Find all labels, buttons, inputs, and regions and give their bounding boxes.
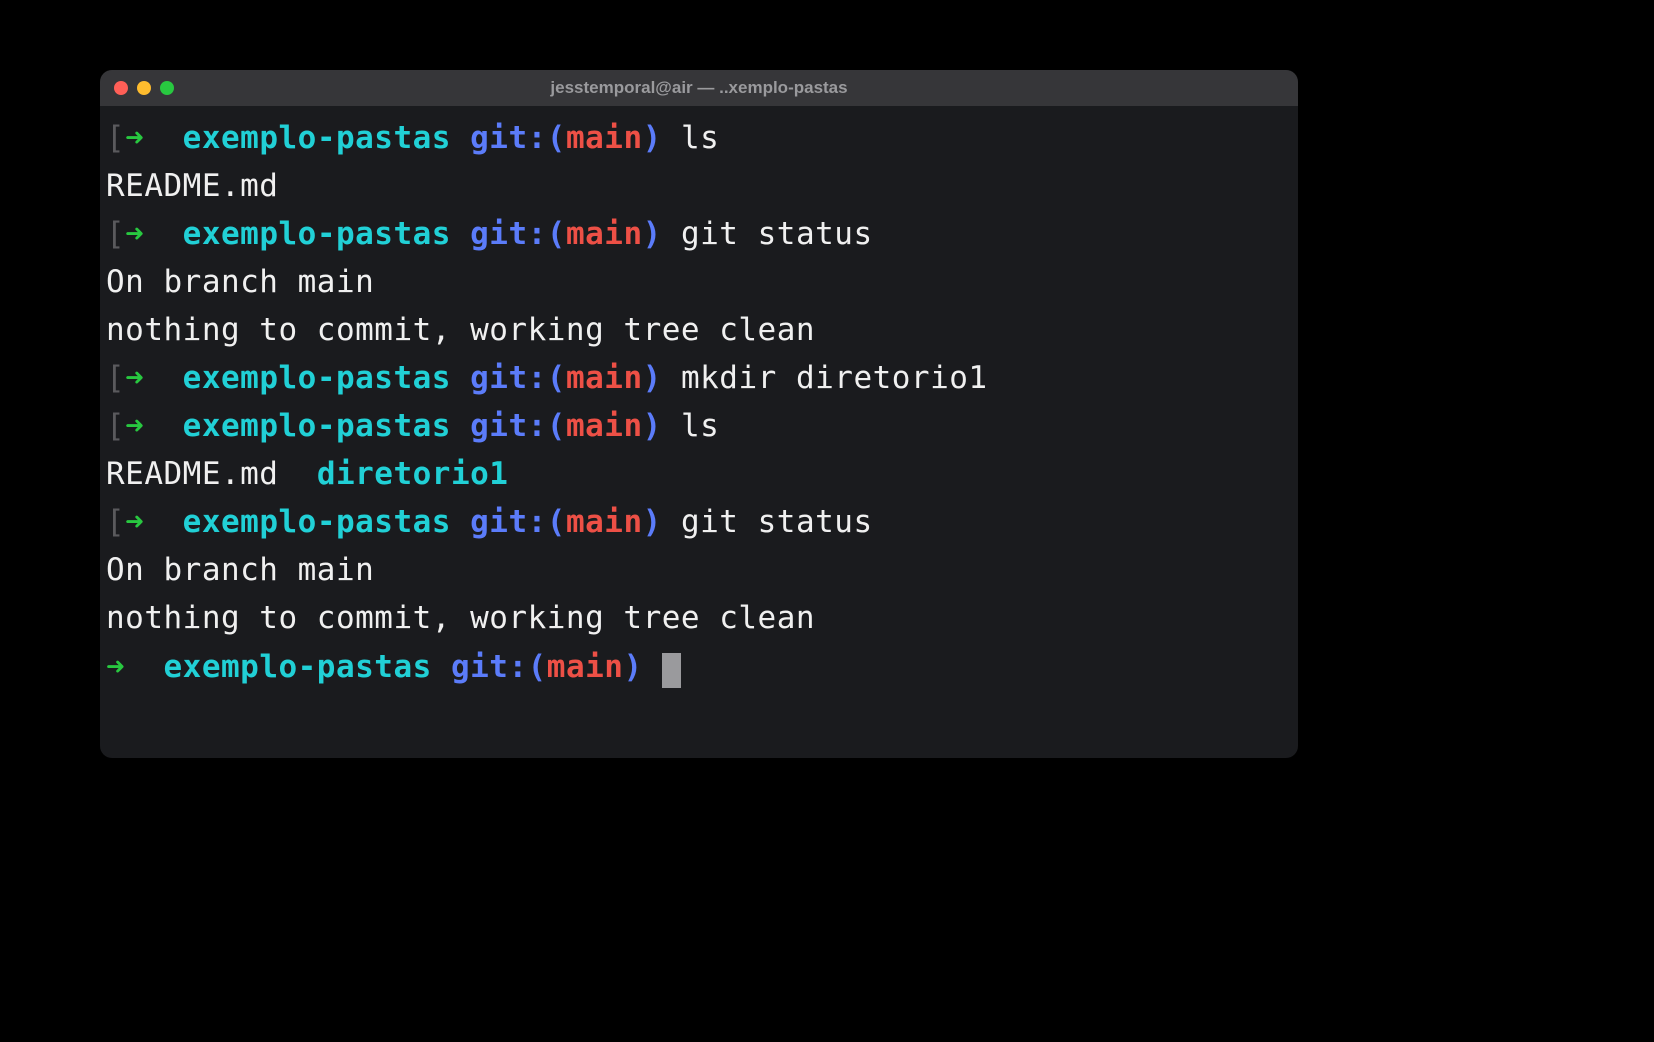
output-clean-2: nothing to commit, working tree clean bbox=[106, 594, 1292, 642]
prompt-line-6: ➜ exemplo-pastas git:(main) bbox=[106, 643, 1292, 691]
output-ls-2-file: README.md bbox=[106, 456, 317, 492]
output-clean-1: nothing to commit, working tree clean bbox=[106, 306, 1292, 354]
prompt-branch: main bbox=[566, 216, 643, 252]
command-ls-2: ls bbox=[681, 408, 719, 444]
command-ls-1: ls bbox=[681, 120, 719, 156]
prompt-line-5: [➜ exemplo-pastas git:(main) git status bbox=[106, 498, 1292, 546]
prompt-git-prefix: git:( bbox=[470, 216, 566, 252]
command-git-status-1: git status bbox=[681, 216, 873, 252]
command-git-status-2: git status bbox=[681, 504, 873, 540]
prompt-line-4: [➜ exemplo-pastas git:(main) ls bbox=[106, 402, 1292, 450]
terminal-body[interactable]: [➜ exemplo-pastas git:(main) ls README.m… bbox=[100, 106, 1298, 699]
prompt-dir: exemplo-pastas bbox=[164, 649, 432, 685]
output-branch-1: On branch main bbox=[106, 258, 1292, 306]
prompt-git-prefix: git:( bbox=[470, 120, 566, 156]
bracket-left: [ bbox=[106, 408, 125, 444]
terminal-window[interactable]: jesstemporal@air — ..xemplo-pastas [➜ ex… bbox=[100, 70, 1298, 758]
prompt-dir: exemplo-pastas bbox=[183, 504, 451, 540]
prompt-git-suffix: ) bbox=[643, 504, 662, 540]
output-ls-2-dir: diretorio1 bbox=[317, 456, 509, 492]
prompt-line-3: [➜ exemplo-pastas git:(main) mkdir diret… bbox=[106, 354, 1292, 402]
bracket-left: [ bbox=[106, 504, 125, 540]
prompt-arrow-icon: ➜ bbox=[125, 120, 144, 156]
command-mkdir: mkdir diretorio1 bbox=[681, 360, 988, 396]
output-ls-1: README.md bbox=[106, 162, 1292, 210]
prompt-dir: exemplo-pastas bbox=[183, 408, 451, 444]
prompt-git-prefix: git:( bbox=[470, 408, 566, 444]
prompt-branch: main bbox=[566, 408, 643, 444]
prompt-branch: main bbox=[566, 360, 643, 396]
prompt-branch: main bbox=[566, 504, 643, 540]
prompt-line-2: [➜ exemplo-pastas git:(main) git status bbox=[106, 210, 1292, 258]
prompt-arrow-icon: ➜ bbox=[125, 216, 144, 252]
window-title: jesstemporal@air — ..xemplo-pastas bbox=[100, 78, 1298, 98]
prompt-branch: main bbox=[566, 120, 643, 156]
prompt-branch: main bbox=[547, 649, 624, 685]
prompt-git-suffix: ) bbox=[643, 120, 662, 156]
prompt-dir: exemplo-pastas bbox=[183, 216, 451, 252]
prompt-arrow-icon: ➜ bbox=[125, 504, 144, 540]
prompt-line-1: [➜ exemplo-pastas git:(main) ls bbox=[106, 114, 1292, 162]
bracket-left: [ bbox=[106, 360, 125, 396]
prompt-dir: exemplo-pastas bbox=[183, 360, 451, 396]
output-ls-2: README.md diretorio1 bbox=[106, 450, 1292, 498]
prompt-git-prefix: git:( bbox=[470, 504, 566, 540]
prompt-git-suffix: ) bbox=[643, 408, 662, 444]
prompt-arrow-icon: ➜ bbox=[106, 649, 125, 685]
cursor[interactable] bbox=[662, 653, 681, 688]
prompt-arrow-icon: ➜ bbox=[125, 408, 144, 444]
prompt-git-prefix: git:( bbox=[470, 360, 566, 396]
prompt-git-suffix: ) bbox=[643, 360, 662, 396]
prompt-git-suffix: ) bbox=[643, 216, 662, 252]
titlebar: jesstemporal@air — ..xemplo-pastas bbox=[100, 70, 1298, 106]
bracket-left: [ bbox=[106, 216, 125, 252]
prompt-git-prefix: git:( bbox=[451, 649, 547, 685]
prompt-arrow-icon: ➜ bbox=[125, 360, 144, 396]
prompt-git-suffix: ) bbox=[623, 649, 642, 685]
prompt-dir: exemplo-pastas bbox=[183, 120, 451, 156]
bracket-left: [ bbox=[106, 120, 125, 156]
output-branch-2: On branch main bbox=[106, 546, 1292, 594]
